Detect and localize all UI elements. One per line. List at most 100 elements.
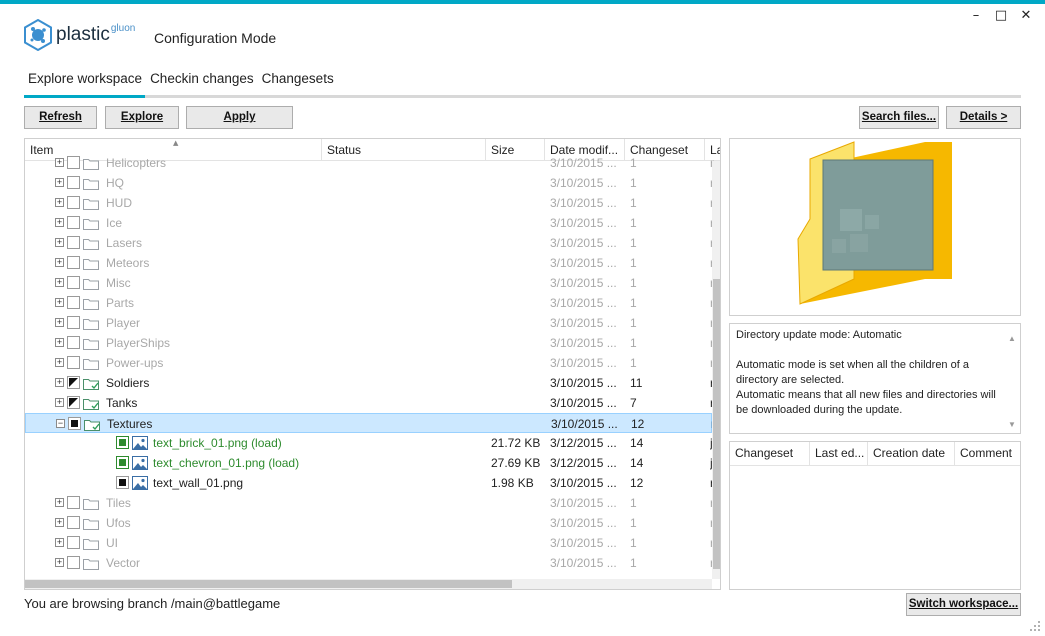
load-checkbox[interactable] xyxy=(67,176,80,189)
tree-row[interactable]: +Soldiers3/10/2015 ...11r xyxy=(25,373,714,393)
expand-icon[interactable]: + xyxy=(55,338,64,347)
load-checkbox[interactable] xyxy=(67,296,80,309)
expand-icon[interactable]: + xyxy=(55,218,64,227)
folder-icon xyxy=(83,316,99,330)
tree-row[interactable]: +Parts3/10/2015 ...1r xyxy=(25,293,714,313)
item-date-modified: 3/10/2015 ... xyxy=(550,316,617,330)
expand-icon[interactable]: + xyxy=(55,558,64,567)
expand-icon[interactable]: + xyxy=(55,398,64,407)
folder-icon xyxy=(83,376,99,390)
scrollbar-thumb[interactable] xyxy=(25,580,512,588)
column-header-creation-date[interactable]: Creation date xyxy=(868,442,955,465)
tab-checkin-changes[interactable]: Checkin changes xyxy=(146,71,258,93)
tree-row[interactable]: −Textures3/10/2015 ...12r xyxy=(25,413,715,433)
load-checkbox[interactable] xyxy=(67,376,80,389)
load-checkbox[interactable] xyxy=(67,496,80,509)
tree-row[interactable]: +Vector3/10/2015 ...1r xyxy=(25,553,714,573)
tree-row[interactable]: text_brick_01.png (load) 21.72 KB 3/12/201… xyxy=(25,433,713,453)
expand-icon[interactable]: + xyxy=(55,498,64,507)
changesets-grid[interactable]: Changeset Last ed... Creation date Comme… xyxy=(729,441,1021,590)
minimize-button[interactable]: – xyxy=(964,8,988,23)
column-header-comment[interactable]: Comment xyxy=(955,442,1020,465)
tree-row[interactable]: +Helicopters3/10/2015 ...1r xyxy=(25,153,714,173)
column-header-changeset[interactable]: Changeset xyxy=(730,442,810,465)
item-changeset: 1 xyxy=(630,236,637,250)
tree-vertical-scrollbar[interactable] xyxy=(712,161,720,579)
expand-icon[interactable]: + xyxy=(55,298,64,307)
tree-row[interactable]: +HUD3/10/2015 ...1r xyxy=(25,193,714,213)
resize-grip-icon[interactable] xyxy=(1029,620,1041,632)
expand-icon[interactable]: + xyxy=(55,198,64,207)
tree-row[interactable]: +PlayerShips3/10/2015 ...1r xyxy=(25,333,714,353)
search-files-button[interactable]: Search files... xyxy=(859,106,939,129)
item-date-modified: 3/10/2015 ... xyxy=(550,216,617,230)
close-button[interactable]: ✕ xyxy=(1014,8,1038,23)
expand-icon[interactable]: + xyxy=(55,238,64,247)
load-checkbox[interactable] xyxy=(67,256,80,269)
load-checkbox[interactable] xyxy=(67,336,80,349)
item-size: 21.72 KB xyxy=(491,436,541,450)
tree-row[interactable]: +Tanks3/10/2015 ...7r xyxy=(25,393,714,413)
load-checkbox[interactable] xyxy=(67,156,80,169)
expand-icon[interactable]: + xyxy=(55,538,64,547)
explore-button[interactable]: Explore xyxy=(105,106,179,129)
load-checkbox[interactable] xyxy=(68,417,81,430)
scroll-down-icon[interactable]: ▼ xyxy=(1008,417,1016,432)
tree-row[interactable]: +Power-ups3/10/2015 ...1r xyxy=(25,353,714,373)
details-button[interactable]: Details > xyxy=(946,106,1021,129)
tab-changesets[interactable]: Changesets xyxy=(258,71,338,93)
load-checkbox[interactable] xyxy=(67,516,80,529)
load-checkbox[interactable] xyxy=(67,396,80,409)
item-date-modified: 3/10/2015 ... xyxy=(550,296,617,310)
expand-icon[interactable]: + xyxy=(55,258,64,267)
load-checkbox[interactable] xyxy=(67,216,80,229)
info-scrollbar[interactable]: ▲ ▼ xyxy=(1006,325,1019,432)
load-checkbox[interactable] xyxy=(67,556,80,569)
expand-icon[interactable]: + xyxy=(55,518,64,527)
maximize-button[interactable]: □ xyxy=(989,8,1013,23)
tree-row[interactable]: +Tiles3/10/2015 ...1r xyxy=(25,493,714,513)
tree-row[interactable]: text_wall_01.png1.98 KB3/10/2015 ...12r xyxy=(25,473,714,493)
load-checkbox[interactable] xyxy=(67,196,80,209)
folder-icon xyxy=(84,417,100,431)
folder-icon xyxy=(83,336,99,350)
apply-button[interactable]: Apply xyxy=(186,106,293,129)
item-name: Power-ups xyxy=(106,356,164,370)
load-checkbox[interactable] xyxy=(116,456,129,469)
tree-row[interactable]: +HQ3/10/2015 ...1r xyxy=(25,173,714,193)
load-checkbox[interactable] xyxy=(67,236,80,249)
item-changeset: 1 xyxy=(630,496,637,510)
scroll-up-icon[interactable]: ▲ xyxy=(1008,331,1016,346)
expand-icon[interactable]: + xyxy=(55,318,64,327)
tree-row[interactable]: +UI3/10/2015 ...1r xyxy=(25,533,714,553)
load-checkbox[interactable] xyxy=(67,276,80,289)
refresh-button[interactable]: Refresh xyxy=(24,106,97,129)
collapse-icon[interactable]: − xyxy=(56,419,65,428)
tree-row[interactable]: text_chevron_01.png (load) 27.69 KB 3/12/2… xyxy=(25,453,713,473)
expand-icon[interactable]: + xyxy=(55,158,64,167)
folder-icon xyxy=(83,556,99,570)
workspace-tree-grid[interactable]: Item ▲ Status Size Date modif... Changes… xyxy=(24,138,721,590)
expand-icon[interactable]: + xyxy=(55,278,64,287)
tree-row[interactable]: +Player3/10/2015 ...1r xyxy=(25,313,714,333)
tree-row[interactable]: +Lasers3/10/2015 ...1r xyxy=(25,233,714,253)
column-header-last-edited[interactable]: Last ed... xyxy=(810,442,868,465)
expand-icon[interactable]: + xyxy=(55,378,64,387)
tree-row[interactable]: +Ufos3/10/2015 ...1r xyxy=(25,513,714,533)
tree-row[interactable]: +Meteors3/10/2015 ...1r xyxy=(25,253,714,273)
scrollbar-thumb[interactable] xyxy=(713,279,720,569)
load-checkbox[interactable] xyxy=(116,436,129,449)
tree-row[interactable]: +Misc3/10/2015 ...1r xyxy=(25,273,714,293)
load-checkbox[interactable] xyxy=(67,356,80,369)
tab-explore-workspace[interactable]: Explore workspace xyxy=(24,71,146,93)
tree-horizontal-scrollbar[interactable] xyxy=(25,579,712,589)
item-name: Player xyxy=(106,316,141,330)
load-checkbox[interactable] xyxy=(67,536,80,549)
item-date-modified: 3/10/2015 ... xyxy=(550,176,617,190)
switch-workspace-button[interactable]: Switch workspace... xyxy=(906,593,1021,616)
expand-icon[interactable]: + xyxy=(55,358,64,367)
expand-icon[interactable]: + xyxy=(55,178,64,187)
load-checkbox[interactable] xyxy=(116,476,129,489)
load-checkbox[interactable] xyxy=(67,316,80,329)
tree-row[interactable]: +Ice3/10/2015 ...1r xyxy=(25,213,714,233)
